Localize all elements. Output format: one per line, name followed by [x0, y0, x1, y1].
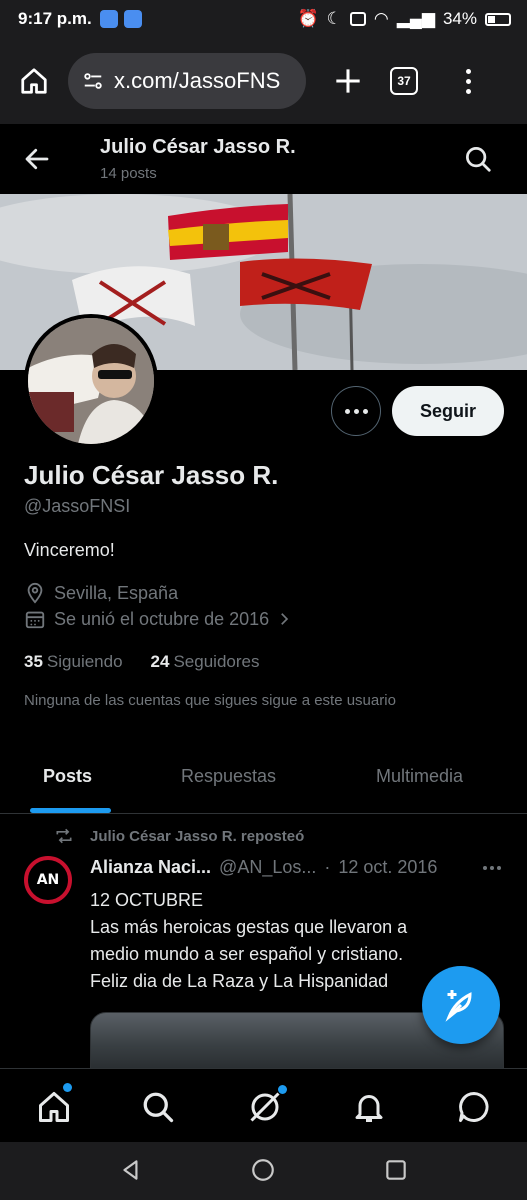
plus-icon: [336, 69, 360, 93]
compose-post-button[interactable]: [422, 966, 500, 1044]
home-icon[interactable]: [36, 1089, 72, 1125]
search-icon[interactable]: [140, 1089, 176, 1125]
grok-notification-dot: [278, 1085, 287, 1094]
calendar-icon: [25, 611, 45, 629]
header-posts-count: 14 posts: [100, 165, 157, 182]
status-time: 9:17 p.m.: [18, 9, 92, 28]
profile-tabs: Posts Respuestas Multimedia: [0, 748, 527, 814]
follow-button[interactable]: Seguir: [392, 386, 504, 436]
follow-stats: 35 Siguiendo 24 Seguidores: [24, 652, 259, 672]
tweet-more-button[interactable]: [483, 866, 501, 870]
active-tab-indicator: [30, 808, 111, 813]
wifi-icon: ◠: [373, 9, 389, 28]
back-arrow-icon[interactable]: [22, 144, 52, 174]
bottom-navigation: [0, 1068, 527, 1142]
search-icon[interactable]: [463, 144, 493, 174]
tab-media[interactable]: Multimedia: [376, 766, 463, 787]
home-icon: [21, 68, 47, 94]
tweet-author-name[interactable]: Alianza Naci...: [90, 857, 211, 878]
url-text: x.com/JassoFNS: [114, 68, 281, 93]
messages-icon[interactable]: [456, 1089, 492, 1125]
system-navigation-bar: [0, 1142, 527, 1200]
address-bar[interactable]: x.com/JassoFNS: [68, 53, 306, 109]
signal-icon: ▂▄▆: [396, 9, 435, 28]
profile-avatar[interactable]: [24, 314, 158, 448]
profile-joined[interactable]: Se unió el octubre de 2016: [24, 608, 301, 630]
system-recents-icon[interactable]: [383, 1157, 409, 1183]
repost-text: Julio César Jasso R. reposteó: [90, 827, 305, 845]
following-link[interactable]: 35 Siguiendo: [24, 652, 123, 672]
battery-percent: 34%: [442, 9, 477, 28]
location-pin-icon: [27, 582, 43, 604]
tab-replies[interactable]: Respuestas: [181, 766, 276, 787]
location-text: Sevilla, España: [54, 582, 179, 603]
tweet-author-handle[interactable]: @AN_Los...: [219, 857, 316, 878]
profile-location: Sevilla, España: [24, 582, 178, 604]
followers-link[interactable]: 24 Seguidores: [151, 652, 260, 672]
chevron-right-icon: [281, 613, 289, 625]
system-back-icon[interactable]: [118, 1157, 144, 1183]
browser-toolbar: x.com/JassoFNS 37: [0, 38, 527, 124]
app-notification-icon: [99, 10, 118, 28]
profile-top-nav: Julio César Jasso R. 14 posts: [0, 124, 527, 194]
system-home-icon[interactable]: [250, 1157, 276, 1183]
vibrate-icon: [349, 12, 366, 26]
browser-home-button[interactable]: [12, 59, 56, 103]
tweet-separator: ·: [324, 857, 331, 877]
header-name: Julio César Jasso R.: [100, 136, 296, 158]
avatar-photo: [28, 318, 154, 444]
more-options-button[interactable]: [331, 386, 381, 436]
status-bar: 9:17 p.m. ⏰ ☾ ◠ ▂▄▆ 34%: [0, 0, 527, 38]
new-tab-button[interactable]: [328, 61, 368, 101]
browser-menu-button[interactable]: [458, 61, 478, 101]
tweet-date[interactable]: 12 oct. 2016: [338, 857, 437, 878]
tweet-author-avatar[interactable]: AN: [24, 856, 72, 904]
tab-posts[interactable]: Posts: [43, 766, 92, 787]
tab-switcher-button[interactable]: 37: [390, 67, 418, 95]
site-settings-icon[interactable]: [82, 70, 104, 92]
profile-name: Julio César Jasso R.: [24, 460, 279, 490]
joined-text: Se unió el octubre de 2016: [54, 608, 270, 629]
compose-feather-icon: [445, 990, 472, 1022]
alarm-icon: ⏰: [297, 9, 319, 28]
notifications-bell-icon[interactable]: [351, 1089, 387, 1125]
cloud-notification-icon: [123, 10, 142, 28]
home-notification-dot: [63, 1083, 72, 1092]
repost-icon: [56, 828, 72, 844]
profile-handle: @JassoFNSI: [24, 496, 131, 516]
grok-icon[interactable]: [247, 1089, 283, 1125]
profile-bio: Vinceremo!: [24, 540, 115, 560]
repost-indicator: Julio César Jasso R. reposteó: [54, 826, 304, 846]
battery-icon: [485, 12, 511, 26]
tweet-header: Alianza Naci... @AN_Los... · 12 oct. 201…: [90, 857, 437, 878]
no-mutual-followers-note: Ninguna de las cuentas que sigues sigue …: [24, 692, 396, 709]
moon-icon: ☾: [326, 9, 342, 28]
